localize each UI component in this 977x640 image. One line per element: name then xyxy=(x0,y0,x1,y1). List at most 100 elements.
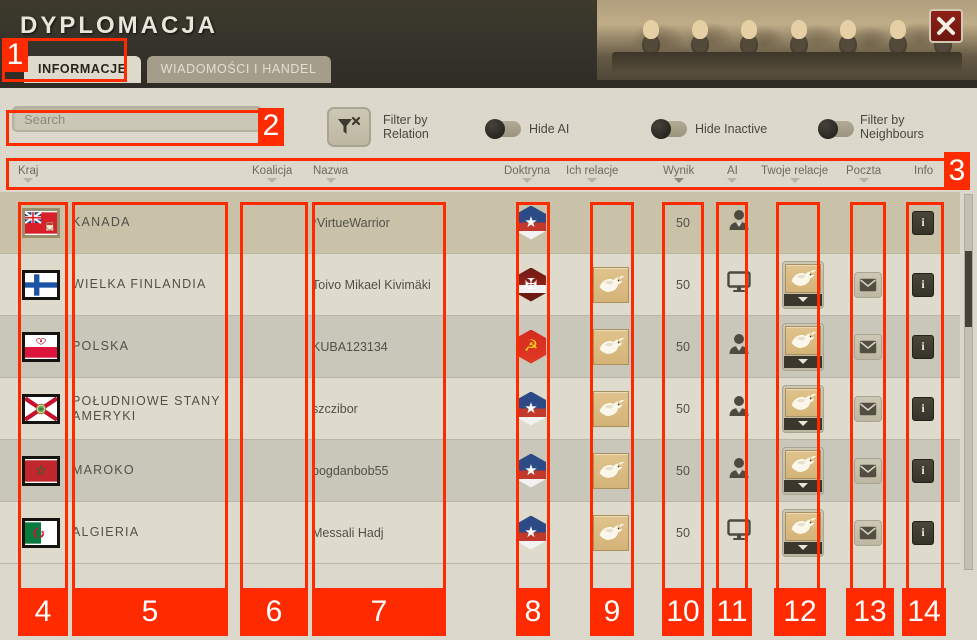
your-relation-button[interactable] xyxy=(782,508,824,557)
sort-arrow-icon xyxy=(789,178,800,183)
doctrine-democratic-icon: ★ xyxy=(516,515,546,550)
send-message-button[interactable] xyxy=(854,395,882,422)
close-button[interactable] xyxy=(929,9,963,43)
country-flag-cell[interactable] xyxy=(18,254,64,316)
ai-cell xyxy=(715,378,763,440)
search-field-wrapper xyxy=(12,106,262,132)
doctrine-symbol: ★ xyxy=(524,400,538,417)
your-relation-button[interactable] xyxy=(782,446,824,495)
player-name: bogdanbob55 xyxy=(312,463,389,478)
column-header-koalicja[interactable]: Koalicja xyxy=(252,165,292,183)
peace-dove-icon xyxy=(791,393,817,410)
score-value: 50 xyxy=(676,339,690,354)
column-header-ich-relacje[interactable]: Ich relacje xyxy=(566,165,618,183)
doctrine-symbol: ★ xyxy=(524,462,538,479)
filter-by-neighbours-toggle[interactable] xyxy=(818,119,854,139)
country-name-cell: POLSKA xyxy=(72,316,234,378)
header-photo-table xyxy=(612,52,962,74)
country-info-button[interactable]: i xyxy=(912,520,934,545)
relation-dropdown-button[interactable] xyxy=(784,479,822,492)
annotation-label-13: 13 xyxy=(846,588,894,636)
country-info-button[interactable]: i xyxy=(912,272,934,297)
hide-ai-toggle[interactable] xyxy=(485,119,521,139)
table-row[interactable]: POLSKA KUBA123134 ☭ 50 i xyxy=(0,316,960,378)
table-row[interactable]: ALGIERIA Messali Hadj ★ 50 i xyxy=(0,502,960,564)
peace-dove-icon xyxy=(791,331,817,348)
ai-human-indicator xyxy=(728,457,750,484)
filter-by-relation-button[interactable] xyxy=(327,107,371,147)
relation-dropdown-button[interactable] xyxy=(784,541,822,554)
filter-icon xyxy=(338,116,361,134)
send-message-button[interactable] xyxy=(854,519,882,546)
score-cell: 50 xyxy=(655,378,711,440)
column-header-poczta[interactable]: Poczta xyxy=(846,165,881,183)
annotation-label-14: 14 xyxy=(902,588,946,636)
filter-by-neighbours-label-line2: Neighbours xyxy=(860,127,924,141)
send-message-button[interactable] xyxy=(854,333,882,360)
table-scrollbar[interactable] xyxy=(964,194,973,570)
table-row[interactable]: POŁUDNIOWE STANY AMERYKI szczibor ★ 50 i xyxy=(0,378,960,440)
relation-dropdown-button[interactable] xyxy=(784,355,822,368)
envelope-icon xyxy=(859,464,877,477)
column-header-nazwa-label: Nazwa xyxy=(313,165,349,177)
their-relation-peace-tile xyxy=(593,452,629,489)
relation-dropdown-button[interactable] xyxy=(784,417,822,430)
annotation-label-9: 9 xyxy=(590,588,634,636)
envelope-icon xyxy=(859,340,877,353)
hide-inactive-label: Hide Inactive xyxy=(695,122,768,136)
envelope-icon xyxy=(859,526,877,539)
country-info-button[interactable]: i xyxy=(912,396,934,421)
mail-cell xyxy=(843,192,893,254)
person-icon xyxy=(729,210,749,230)
diplomacy-screen: DYPLOMACJA INFORMACJE WIADOMOŚCI I HANDE… xyxy=(0,0,977,640)
column-header-doktryna-label: Doktryna xyxy=(504,165,551,177)
send-message-button[interactable] xyxy=(854,271,882,298)
table-row[interactable]: KANADA *VirtueWarrior ★ 50 i xyxy=(0,192,960,254)
country-flag-cell[interactable] xyxy=(18,440,64,502)
scrollbar-thumb[interactable] xyxy=(965,251,972,327)
column-header-ai[interactable]: AI xyxy=(727,165,738,183)
country-info-button[interactable]: i xyxy=(912,458,934,483)
your-relation-button[interactable] xyxy=(782,384,824,433)
sort-arrow-icon xyxy=(858,178,869,183)
info-cell: i xyxy=(900,440,946,502)
column-header-nazwa[interactable]: Nazwa xyxy=(313,165,348,183)
country-flag-cell[interactable] xyxy=(18,192,64,254)
table-row[interactable]: WIELKA FINLANDIA Toivo Mikael Kivimäki ✠ 50… xyxy=(0,254,960,316)
their-relation-cell xyxy=(580,440,642,502)
your-relation-cell xyxy=(768,502,838,564)
country-info-button[interactable]: i xyxy=(912,334,934,359)
table-row[interactable]: MAROKO bogdanbob55 ★ 50 i xyxy=(0,440,960,502)
column-header-info-label: Info xyxy=(914,165,934,177)
hide-inactive-toggle[interactable] xyxy=(651,119,687,139)
player-name-cell: *VirtueWarrior xyxy=(312,192,490,254)
sort-arrow-icon xyxy=(587,178,598,183)
mail-cell xyxy=(843,440,893,502)
country-flag-cell[interactable] xyxy=(18,378,64,440)
column-header-kraj[interactable]: Kraj xyxy=(18,165,38,183)
filter-by-neighbours-label: Filter by Neighbours xyxy=(860,113,924,141)
column-header-doktryna[interactable]: Doktryna xyxy=(504,165,550,183)
country-info-button[interactable]: i xyxy=(912,210,934,235)
column-header-wynik[interactable]: Wynik xyxy=(663,165,694,183)
player-name-cell: Toivo Mikael Kivimäki xyxy=(312,254,490,316)
score-cell: 50 xyxy=(655,192,711,254)
sort-arrow-icon xyxy=(727,178,738,183)
doctrine-cell: ★ xyxy=(505,192,557,254)
doctrine-communist-icon: ☭ xyxy=(516,329,546,364)
search-input[interactable] xyxy=(12,106,262,132)
tab-informacje[interactable]: INFORMACJE xyxy=(24,56,141,83)
tab-wiadomosci-i-handel[interactable]: WIADOMOŚCI I HANDEL xyxy=(146,56,331,83)
your-relation-button[interactable] xyxy=(782,260,824,309)
your-relation-button[interactable] xyxy=(782,322,824,371)
relation-dropdown-button[interactable] xyxy=(784,293,822,306)
country-flag-cell[interactable] xyxy=(18,502,64,564)
column-header-twoje-relacje[interactable]: Twoje relacje xyxy=(761,165,828,183)
country-flag-cell[interactable] xyxy=(18,316,64,378)
coalition-cell xyxy=(240,378,306,440)
your-relation-peace-tile xyxy=(785,387,821,417)
send-message-button[interactable] xyxy=(854,457,882,484)
doctrine-symbol: ☭ xyxy=(523,337,539,355)
column-header-info: Info xyxy=(914,165,933,177)
flag-algeria-icon xyxy=(22,517,60,548)
